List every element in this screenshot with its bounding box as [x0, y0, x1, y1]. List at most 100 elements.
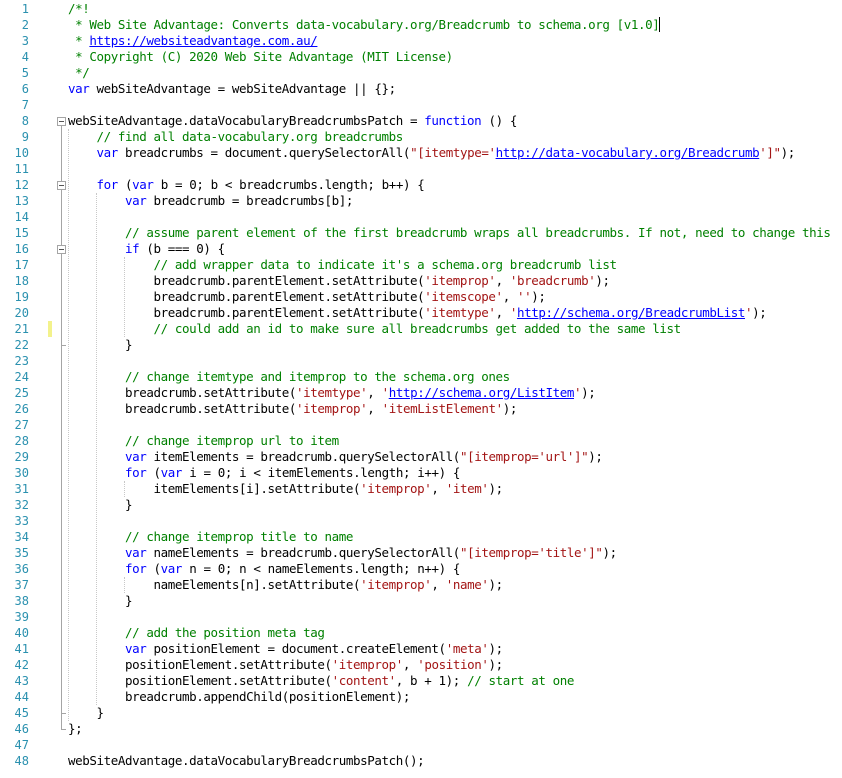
- code-content[interactable]: for (var n = 0; n < nameElements.length;…: [68, 561, 460, 577]
- code-line[interactable]: 36 for (var n = 0; n < nameElements.leng…: [0, 561, 842, 577]
- code-content[interactable]: positionElement.setAttribute('itemprop',…: [68, 657, 503, 673]
- code-line[interactable]: 3 * https://websiteadvantage.com.au/: [0, 33, 842, 49]
- code-line[interactable]: 44 breadcrumb.appendChild(positionElemen…: [0, 689, 842, 705]
- code-line[interactable]: 41 var positionElement = document.create…: [0, 641, 842, 657]
- code-link[interactable]: http://schema.org/ListItem: [389, 385, 575, 400]
- code-line[interactable]: 14: [0, 209, 842, 225]
- code-line[interactable]: 40 // add the position meta tag: [0, 625, 842, 641]
- code-line[interactable]: 21 // could add an id to make sure all b…: [0, 321, 842, 337]
- code-line[interactable]: 30 for (var i = 0; i < itemElements.leng…: [0, 465, 842, 481]
- code-content[interactable]: // add the position meta tag: [68, 625, 325, 641]
- code-line[interactable]: 11: [0, 161, 842, 177]
- code-content[interactable]: // change itemtype and itemprop to the s…: [68, 369, 510, 385]
- code-line[interactable]: 8 webSiteAdvantage.dataVocabularyBreadcru…: [0, 113, 842, 129]
- code-line[interactable]: 35 var nameElements = breadcrumb.querySe…: [0, 545, 842, 561]
- code-content[interactable]: for (var b = 0; b < breadcrumbs.length; …: [68, 177, 425, 193]
- code-content[interactable]: var breadcrumb = breadcrumbs[b];: [68, 193, 353, 209]
- code-line[interactable]: 31 itemElements[i].setAttribute('itempro…: [0, 481, 842, 497]
- code-line[interactable]: 45 }: [0, 705, 842, 721]
- code-line[interactable]: 4 * Copyright (C) 2020 Web Site Advantag…: [0, 49, 842, 65]
- code-line[interactable]: 15 // assume parent element of the first…: [0, 225, 842, 241]
- code-content[interactable]: breadcrumb.parentElement.setAttribute('i…: [68, 305, 767, 321]
- code-content[interactable]: * https://websiteadvantage.com.au/: [68, 33, 318, 49]
- code-content[interactable]: breadcrumb.parentElement.setAttribute('i…: [68, 273, 611, 289]
- code-line[interactable]: 5 */: [0, 65, 842, 81]
- code-content[interactable]: }: [68, 337, 133, 353]
- code-line[interactable]: 2 * Web Site Advantage: Converts data-vo…: [0, 17, 842, 33]
- code-line[interactable]: 24 // change itemtype and itemprop to th…: [0, 369, 842, 385]
- code-content[interactable]: if (b === 0) {: [68, 241, 225, 257]
- code-link[interactable]: http://data-vocabulary.org/Breadcrumb: [496, 145, 760, 160]
- code-keyword: var: [160, 465, 183, 480]
- code-content[interactable]: }: [68, 497, 133, 513]
- code-content[interactable]: for (var i = 0; i < itemElements.length;…: [68, 465, 460, 481]
- code-content[interactable]: itemElements[i].setAttribute('itemprop',…: [68, 481, 504, 497]
- code-content[interactable]: breadcrumb.setAttribute('itemtype', 'htt…: [68, 385, 596, 401]
- code-content[interactable]: * Web Site Advantage: Converts data-voca…: [68, 17, 661, 33]
- code-line[interactable]: 34 // change itemprop title to name: [0, 529, 842, 545]
- code-line[interactable]: 10 var breadcrumbs = document.querySelec…: [0, 145, 842, 161]
- code-content[interactable]: // could add an id to make sure all brea…: [68, 321, 682, 337]
- code-content[interactable]: }: [68, 705, 105, 721]
- code-content[interactable]: }: [68, 593, 133, 609]
- code-content[interactable]: var nameElements = breadcrumb.querySelec…: [68, 545, 617, 561]
- code-line[interactable]: 18 breadcrumb.parentElement.setAttribute…: [0, 273, 842, 289]
- code-line[interactable]: 25 breadcrumb.setAttribute('itemtype', '…: [0, 385, 842, 401]
- code-content[interactable]: // find all data-vocabulary.org breadcru…: [68, 129, 404, 145]
- code-content[interactable]: };: [68, 721, 83, 737]
- code-content[interactable]: // change itemprop url to item: [68, 433, 339, 449]
- code-line[interactable]: 37 nameElements[n].setAttribute('itempro…: [0, 577, 842, 593]
- code-content[interactable]: positionElement.setAttribute('content', …: [68, 673, 574, 689]
- code-line[interactable]: 16 if (b === 0) {: [0, 241, 842, 257]
- code-content[interactable]: // change itemprop title to name: [68, 529, 353, 545]
- code-line[interactable]: 22 }: [0, 337, 842, 353]
- line-number: 25: [14, 386, 29, 400]
- code-line[interactable]: 46};: [0, 721, 842, 737]
- code-content[interactable]: webSiteAdvantage.dataVocabularyBreadcrum…: [68, 113, 517, 129]
- code-content[interactable]: breadcrumb.parentElement.setAttribute('i…: [68, 289, 546, 305]
- code-content[interactable]: nameElements[n].setAttribute('itemprop',…: [68, 577, 504, 593]
- code-line[interactable]: 1 /*!: [0, 1, 842, 17]
- code-line[interactable]: 9 // find all data-vocabulary.org breadc…: [0, 129, 842, 145]
- code-editor[interactable]: 1/*! 2 * Web Site Advantage: Converts dat…: [0, 0, 842, 778]
- collapse-icon[interactable]: [57, 117, 66, 126]
- code-line[interactable]: 6 var webSiteAdvantage = webSiteAdvantage…: [0, 81, 842, 97]
- code-content[interactable]: breadcrumb.setAttribute('itemprop', 'ite…: [68, 401, 517, 417]
- code-content[interactable]: */: [68, 65, 90, 81]
- code-line[interactable]: 27: [0, 417, 842, 433]
- code-line[interactable]: 42 positionElement.setAttribute('itempro…: [0, 657, 842, 673]
- code-line[interactable]: 29 var itemElements = breadcrumb.querySe…: [0, 449, 842, 465]
- code-line[interactable]: 13 var breadcrumb = breadcrumbs[b];: [0, 193, 842, 209]
- code-line[interactable]: 39: [0, 609, 842, 625]
- code-link[interactable]: http://schema.org/BreadcrumbList: [517, 305, 745, 320]
- code-line[interactable]: 12 for (var b = 0; b < breadcrumbs.lengt…: [0, 177, 842, 193]
- code-content[interactable]: webSiteAdvantage.dataVocabularyBreadcrum…: [68, 753, 425, 769]
- code-line[interactable]: 48 webSiteAdvantage.dataVocabularyBreadcr…: [0, 753, 842, 769]
- code-content[interactable]: var webSiteAdvantage = webSiteAdvantage …: [68, 81, 396, 97]
- code-content[interactable]: /*!: [68, 1, 90, 17]
- code-content[interactable]: var itemElements = breadcrumb.querySelec…: [68, 449, 603, 465]
- code-line[interactable]: 33: [0, 513, 842, 529]
- code-line[interactable]: 43 positionElement.setAttribute('content…: [0, 673, 842, 689]
- code-content[interactable]: var breadcrumbs = document.querySelector…: [68, 145, 796, 161]
- code-text: positionElement = document.createElement…: [146, 641, 447, 656]
- code-content[interactable]: // assume parent element of the first br…: [68, 225, 831, 241]
- code-content[interactable]: * Copyright (C) 2020 Web Site Advantage …: [68, 49, 453, 65]
- code-line[interactable]: 19 breadcrumb.parentElement.setAttribute…: [0, 289, 842, 305]
- code-line[interactable]: 26 breadcrumb.setAttribute('itemprop', '…: [0, 401, 842, 417]
- collapse-icon[interactable]: [57, 181, 66, 190]
- code-content[interactable]: breadcrumb.appendChild(positionElement);: [68, 689, 410, 705]
- code-line[interactable]: 32 }: [0, 497, 842, 513]
- code-line[interactable]: 20 breadcrumb.parentElement.setAttribute…: [0, 305, 842, 321]
- code-line[interactable]: 7: [0, 97, 842, 113]
- code-content[interactable]: var positionElement = document.createEle…: [68, 641, 503, 657]
- code-line[interactable]: 17 // add wrapper data to indicate it's …: [0, 257, 842, 273]
- code-line[interactable]: 23: [0, 353, 842, 369]
- code-content[interactable]: // add wrapper data to indicate it's a s…: [68, 257, 618, 273]
- code-link[interactable]: https://websiteadvantage.com.au/: [89, 33, 317, 48]
- collapse-icon[interactable]: [57, 245, 66, 254]
- code-line[interactable]: 28 // change itemprop url to item: [0, 433, 842, 449]
- code-line[interactable]: 38 }: [0, 593, 842, 609]
- code-text: nameElements[n].setAttribute(: [68, 577, 361, 592]
- code-line[interactable]: 47: [0, 737, 842, 753]
